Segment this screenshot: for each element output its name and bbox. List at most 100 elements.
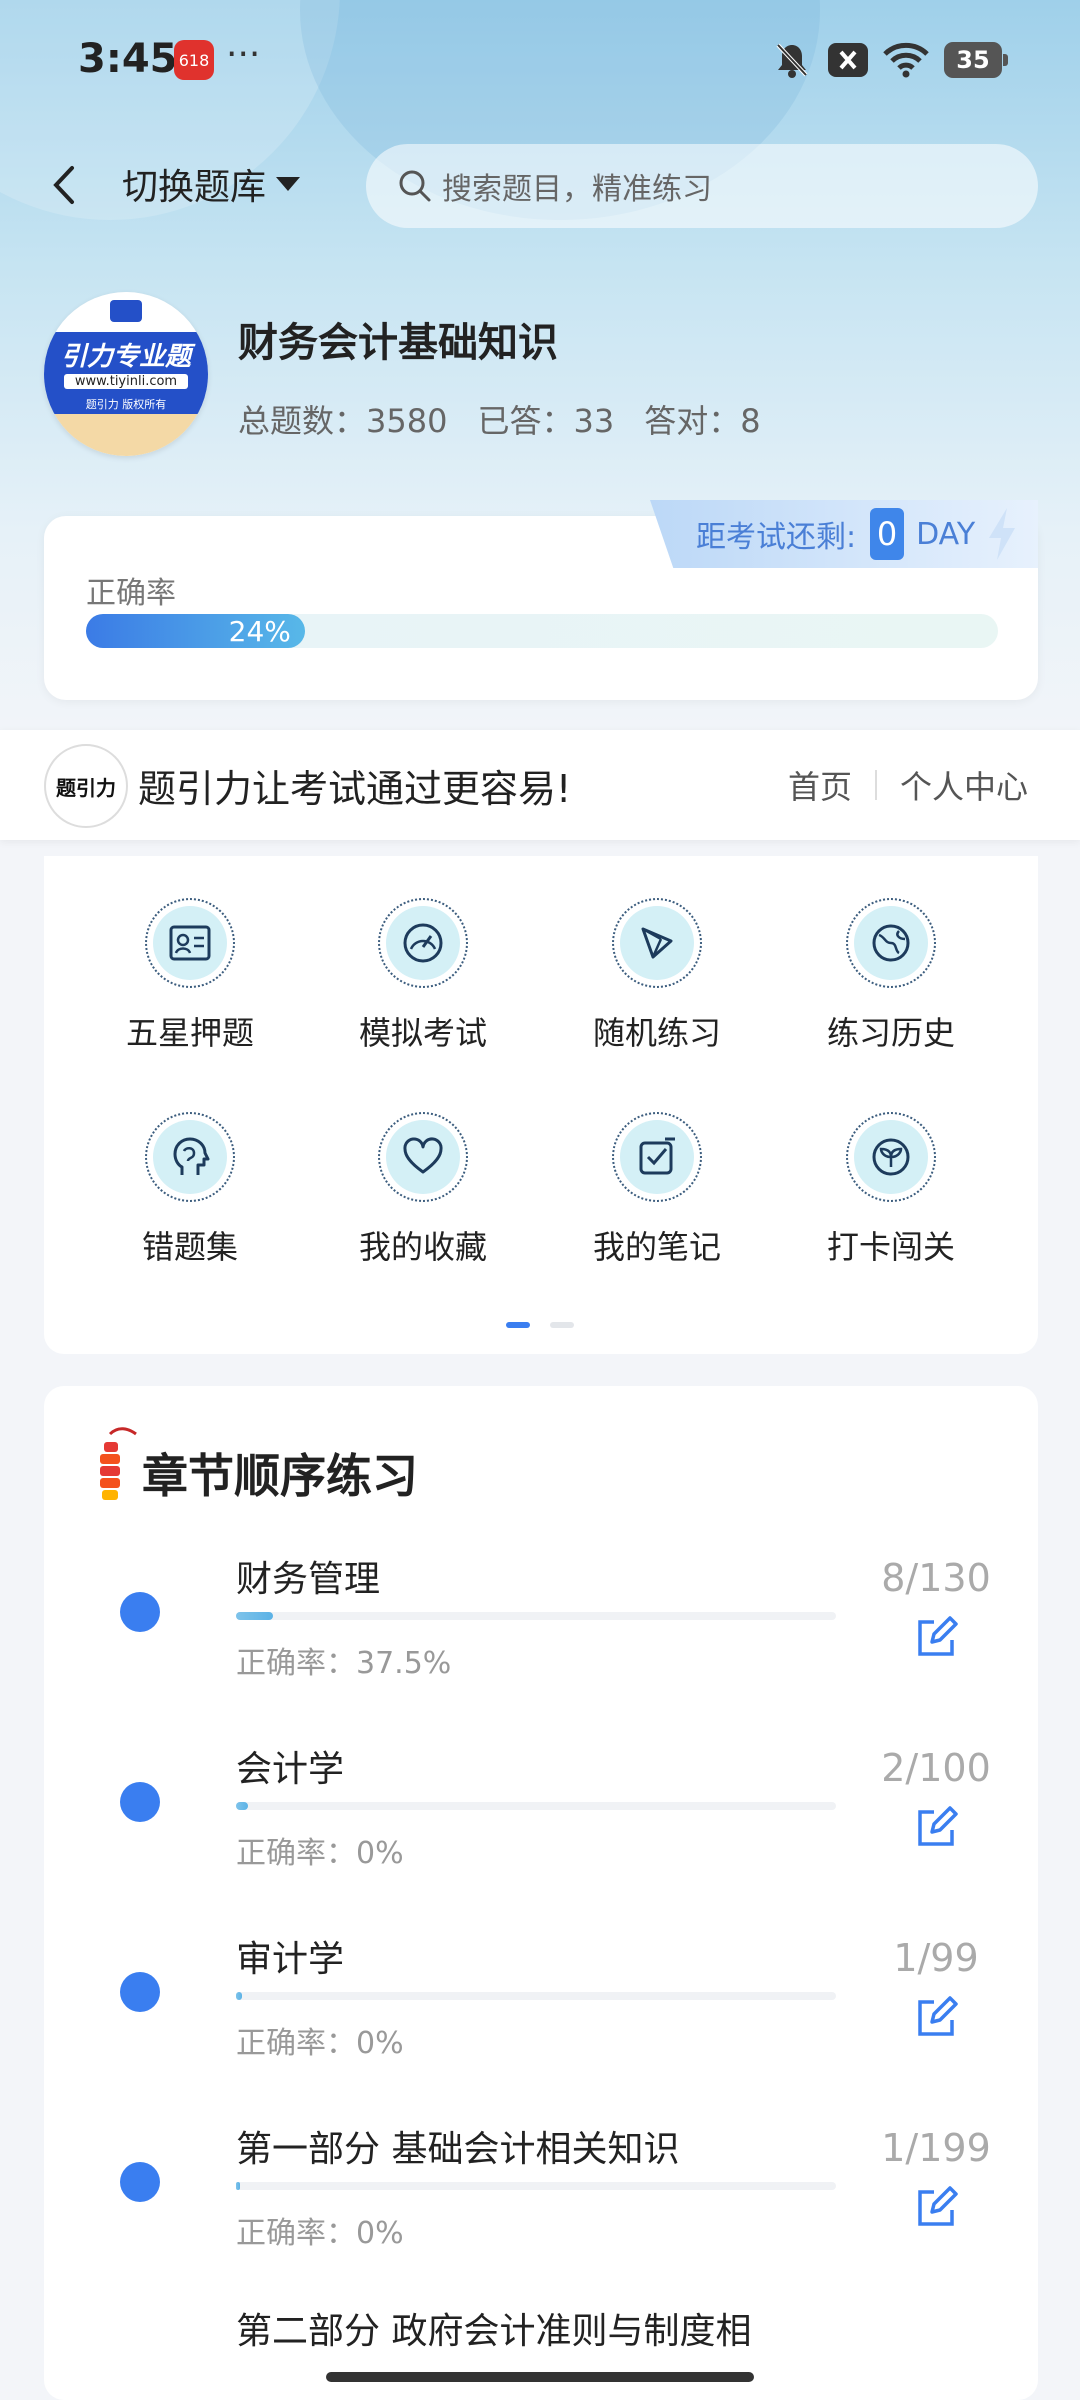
status-time: 3:45 (78, 36, 178, 82)
chapter-row[interactable]: 第二部分 政府会计准则与制度相 (0, 2300, 1080, 2360)
chapter-count: 1/99 (893, 1936, 979, 1980)
chapter-name: 第一部分 基础会计相关知识 (236, 2129, 680, 2170)
search-icon (399, 170, 431, 202)
feature-five-star[interactable]: 五星押题 (115, 898, 265, 1054)
feature-label: 练习历史 (826, 1014, 955, 1052)
chapter-accuracy: 正确率：37.5% (236, 1646, 452, 1681)
chapter-progress-fill (236, 1612, 274, 1620)
feature-wrong-questions[interactable]: 错题集 (115, 1112, 265, 1268)
nav-personal-link[interactable]: 个人中心 (900, 762, 1028, 808)
status-bar: 3:45 618 ··· 35 (0, 0, 1080, 120)
speedometer-icon (403, 923, 443, 963)
random-shape-icon (641, 927, 673, 959)
accuracy-value: 24% (228, 614, 291, 648)
feature-random-practice[interactable]: 随机练习 (582, 898, 732, 1054)
search-placeholder: 搜索题目，精准练习 (442, 172, 712, 207)
lightning-icon (989, 508, 1016, 560)
chevron-left-icon (53, 166, 74, 204)
feature-history[interactable]: 练习历史 (816, 898, 966, 1054)
chapter-name: 第二部分 政府会计准则与制度相 (236, 2311, 752, 2352)
chapter-name: 审计学 (236, 1939, 345, 1980)
feature-label: 模拟考试 (358, 1014, 487, 1052)
edit-icon[interactable] (914, 1806, 958, 1850)
stat-total: 总题数：3580 (238, 402, 448, 440)
chapter-progress-fill (236, 1802, 248, 1810)
chapter-progress-track (236, 1612, 836, 1620)
chapter-bullet (120, 1782, 160, 1822)
feature-label: 随机练习 (592, 1014, 721, 1052)
chapter-accuracy: 正确率：0% (236, 2026, 404, 2061)
logo-copyright: 题引力 版权所有 (85, 398, 167, 411)
feature-label: 打卡闯关 (826, 1228, 955, 1266)
globe-icon (872, 924, 910, 962)
nav-divider (875, 770, 877, 800)
course-logo: 引力专业题 www.tiyinli.com 题引力 版权所有 (44, 292, 208, 456)
shopping-app-icon: 618 (174, 40, 214, 80)
chapter-count: 2/100 (881, 1746, 991, 1790)
id-card-icon (169, 925, 211, 961)
sprout-icon (872, 1138, 910, 1176)
logo-title: 引力专业题 (60, 342, 191, 372)
chapter-row[interactable]: 第一部分 基础会计相关知识 正确率：0% 1/199 (0, 2110, 1080, 2260)
stat-answered: 已答：33 (477, 402, 615, 440)
battery-icon: 35 (944, 42, 1008, 78)
chapter-row[interactable]: 审计学 正确率：0% 1/99 (0, 1920, 1080, 2070)
countdown-unit: DAY (916, 516, 976, 552)
feature-label: 我的收藏 (358, 1228, 487, 1266)
chapter-name: 会计学 (236, 1749, 345, 1790)
home-indicator[interactable] (326, 2372, 754, 2382)
logo-url: www.tiyinli.com (64, 374, 188, 389)
chapter-bullet (120, 2162, 160, 2202)
caret-down-icon (276, 177, 301, 191)
accuracy-progress-bar: 24% (86, 614, 305, 648)
countdown-label: 距考试还剩: (696, 520, 857, 555)
exam-countdown: 距考试还剩: 0 DAY (650, 500, 1038, 568)
chapter-section-title: 章节顺序练习 (142, 1449, 418, 1503)
nav-home-link[interactable]: 首页 (788, 762, 852, 808)
chapter-progress-track (236, 1992, 836, 2000)
edit-icon[interactable] (914, 2186, 958, 2230)
page-indicator[interactable] (550, 1322, 574, 1328)
course-stats: 总题数：3580 已答：33 答对：8 (238, 396, 761, 442)
countdown-value: 0 (870, 508, 905, 560)
chapter-count: 8/130 (881, 1556, 991, 1600)
chapter-progress-track (236, 2182, 836, 2190)
chapter-progress-fill (236, 1992, 242, 2000)
feature-mock-exam[interactable]: 模拟考试 (348, 898, 498, 1054)
course-title: 财务会计基础知识 (238, 320, 558, 366)
chapter-row[interactable]: 财务管理 正确率：37.5% 8/130 (0, 1540, 1080, 1690)
chapter-accuracy: 正确率：0% (236, 2216, 404, 2251)
bell-muted-icon (772, 40, 812, 80)
chapter-bullet (120, 1592, 160, 1632)
banner-slogan: 题引力让考试通过更容易! (138, 767, 572, 811)
firecracker-icon (92, 1424, 138, 1512)
chapter-accuracy: 正确率：0% (236, 1836, 404, 1871)
feature-notes[interactable]: 我的笔记 (582, 1112, 732, 1268)
edit-icon[interactable] (914, 1996, 958, 2040)
feature-label: 我的笔记 (592, 1228, 721, 1266)
chapter-bullet (120, 1972, 160, 2012)
checkbox-icon (639, 1137, 675, 1175)
chapter-progress-fill (236, 2182, 240, 2190)
more-notifications-icon: ··· (226, 34, 261, 75)
edit-icon[interactable] (914, 1616, 958, 1660)
chapter-name: 财务管理 (236, 1559, 381, 1600)
heart-icon (403, 1137, 443, 1174)
feature-label: 五星押题 (125, 1014, 254, 1052)
brain-head-icon (173, 1137, 210, 1175)
feature-favorites[interactable]: 我的收藏 (348, 1112, 498, 1268)
chapter-progress-track (236, 1802, 836, 1810)
wifi-icon (882, 40, 930, 80)
brand-logo: 题引力 (44, 744, 128, 828)
switch-bank-label: 切换题库 (122, 167, 267, 208)
feature-label: 错题集 (141, 1228, 238, 1266)
chapter-row[interactable]: 会计学 正确率：0% 2/100 (0, 1730, 1080, 1880)
feature-checkin[interactable]: 打卡闯关 (816, 1112, 966, 1268)
accuracy-label: 正确率 (86, 576, 176, 611)
stat-correct: 答对：8 (644, 402, 761, 440)
switch-bank-button[interactable]: 切换题库 (122, 158, 301, 210)
page-indicator-active (506, 1322, 530, 1328)
close-box-icon (826, 40, 870, 80)
back-button[interactable] (44, 160, 84, 210)
search-input[interactable]: 搜索题目，精准练习 (366, 144, 1038, 228)
